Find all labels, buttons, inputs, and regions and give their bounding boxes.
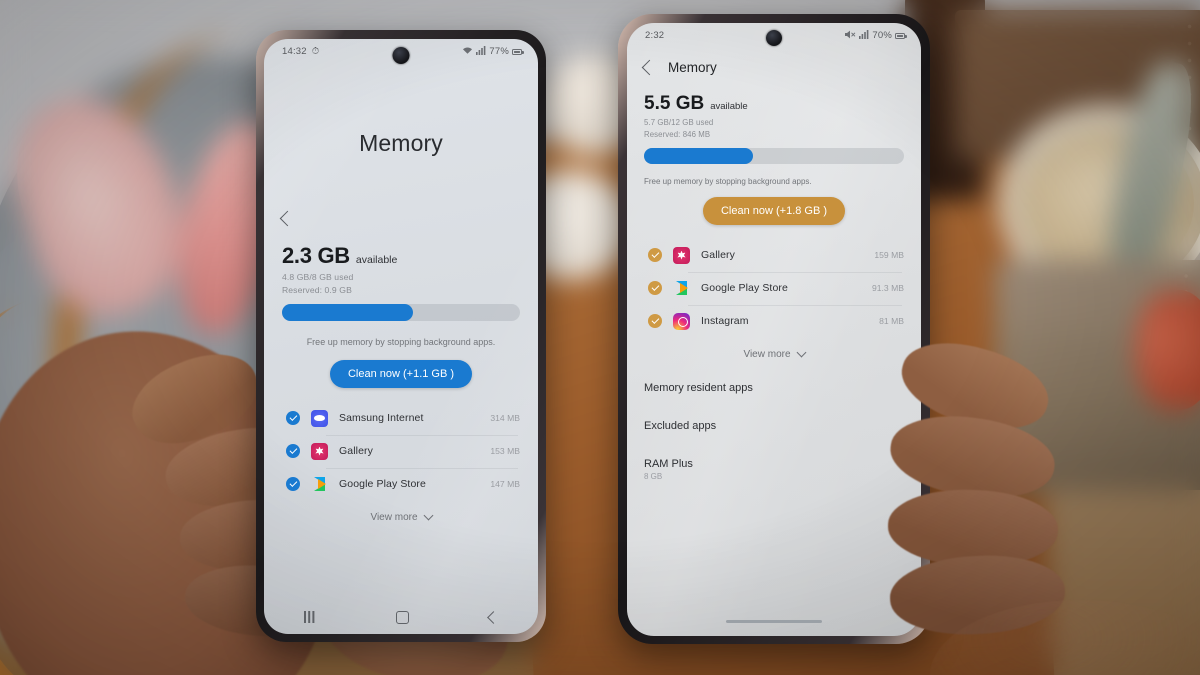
recents-button[interactable] bbox=[304, 611, 316, 623]
chevron-down-icon bbox=[423, 510, 433, 521]
battery-icon bbox=[895, 32, 907, 39]
memory-available: 2.3 GB available bbox=[282, 243, 520, 269]
status-time: 2:32 bbox=[645, 30, 665, 42]
app-row[interactable]: Google Play Store 147 MB bbox=[282, 467, 520, 501]
view-more-button[interactable]: View more bbox=[644, 338, 904, 360]
mute-icon bbox=[845, 30, 856, 42]
app-checkbox-checked-icon[interactable] bbox=[286, 477, 300, 491]
settings-row[interactable]: Excluded apps bbox=[627, 394, 921, 432]
app-row[interactable]: Samsung Internet 314 MB bbox=[282, 402, 520, 435]
settings-row-subtitle: 8 GB bbox=[644, 471, 663, 481]
battery-percent: 70% bbox=[872, 30, 892, 42]
clean-now-button[interactable]: Clean now (+1.8 GB ) bbox=[702, 196, 846, 225]
settings-row[interactable]: RAM Plus 8 GB bbox=[627, 432, 921, 481]
app-checkbox-checked-icon[interactable] bbox=[648, 281, 662, 295]
navigation-bar bbox=[264, 600, 538, 634]
right-phone-screen: 2:32 70% Memory 5.5 GB available 5.7 GB/… bbox=[627, 23, 921, 636]
signal-icon bbox=[476, 46, 486, 58]
memory-usage-bar-fill bbox=[282, 303, 413, 321]
available-label: available bbox=[355, 253, 398, 266]
settings-row[interactable]: Memory resident apps bbox=[627, 360, 921, 394]
front-camera-icon bbox=[392, 47, 410, 64]
app-checkbox-checked-icon[interactable] bbox=[286, 444, 300, 458]
memory-usage-bar-fill bbox=[644, 147, 754, 164]
app-size: 153 MB bbox=[490, 446, 520, 456]
gallery-icon bbox=[311, 442, 328, 460]
app-row[interactable]: Gallery 159 MB bbox=[644, 239, 904, 272]
wifi-icon bbox=[462, 46, 473, 58]
left-phone-screen: 14:32 ⏱ 77% Memory 2.3 GB available 4.8 … bbox=[264, 39, 538, 634]
view-more-label: View more bbox=[370, 511, 418, 523]
clean-now-button[interactable]: Clean now (+1.1 GB ) bbox=[329, 359, 473, 388]
toolbar: Memory bbox=[627, 42, 921, 75]
app-size: 314 MB bbox=[490, 413, 520, 423]
app-checkbox-checked-icon[interactable] bbox=[648, 314, 662, 328]
gallery-icon bbox=[673, 246, 690, 264]
status-time: 14:32 bbox=[282, 46, 307, 58]
used-line: 4.8 GB/8 GB used bbox=[282, 271, 354, 282]
settings-row-title: Memory resident apps bbox=[644, 381, 753, 394]
app-list: Gallery 159 MB Google Play Store 91.3 MB Ins… bbox=[644, 239, 904, 338]
right-phone: 2:32 70% Memory 5.5 GB available 5.7 GB/… bbox=[618, 14, 930, 644]
app-size: 81 MB bbox=[879, 316, 904, 326]
back-nav-button[interactable] bbox=[487, 610, 500, 624]
settings-row-title: Excluded apps bbox=[644, 419, 717, 432]
used-line: 5.7 GB/12 GB used bbox=[644, 117, 714, 127]
free-up-hint: Free up memory by stopping background ap… bbox=[306, 336, 496, 347]
chevron-left-icon bbox=[279, 210, 296, 226]
back-button[interactable] bbox=[264, 157, 538, 229]
alarm-icon: ⏱ bbox=[311, 46, 320, 57]
app-name: Gallery bbox=[701, 249, 735, 261]
reserved-line: Reserved: 846 MB bbox=[644, 129, 711, 139]
app-name: Gallery bbox=[339, 445, 373, 457]
memory-usage-bar bbox=[644, 147, 904, 164]
app-name: Samsung Internet bbox=[339, 412, 424, 424]
view-more-label: View more bbox=[743, 348, 791, 360]
memory-available: 5.5 GB available bbox=[644, 93, 904, 115]
app-list: Samsung Internet 314 MB Gallery 153 MB Googl… bbox=[282, 402, 520, 501]
google-play-icon bbox=[673, 280, 690, 297]
app-name: Google Play Store bbox=[339, 478, 426, 490]
app-checkbox-checked-icon[interactable] bbox=[286, 411, 300, 425]
front-camera-icon bbox=[766, 30, 782, 46]
app-size: 159 MB bbox=[874, 250, 904, 260]
back-button[interactable] bbox=[641, 59, 658, 75]
page-title: Memory bbox=[359, 129, 443, 156]
free-up-hint: Free up memory by stopping background ap… bbox=[644, 176, 812, 186]
settings-row-title: RAM Plus bbox=[644, 457, 693, 470]
left-phone: 14:32 ⏱ 77% Memory 2.3 GB available 4.8 … bbox=[256, 30, 546, 642]
app-row[interactable]: Google Play Store 91.3 MB bbox=[644, 271, 904, 305]
available-value: 5.5 GB bbox=[644, 92, 705, 114]
app-row[interactable]: Gallery 153 MB bbox=[282, 434, 520, 468]
chevron-down-icon bbox=[796, 347, 806, 358]
memory-usage-bar bbox=[282, 303, 520, 321]
home-button[interactable] bbox=[396, 610, 409, 624]
settings-sections: Memory resident apps Excluded apps RAM Plu… bbox=[627, 360, 921, 481]
reserved-line: Reserved: 0.9 GB bbox=[282, 284, 352, 295]
app-row[interactable]: Instagram 81 MB bbox=[644, 304, 904, 338]
available-label: available bbox=[710, 100, 748, 112]
available-value: 2.3 GB bbox=[282, 242, 350, 268]
app-size: 147 MB bbox=[490, 479, 520, 489]
page-title: Memory bbox=[668, 59, 717, 75]
battery-icon bbox=[512, 48, 524, 55]
gesture-bar[interactable] bbox=[726, 620, 822, 623]
app-name: Instagram bbox=[701, 315, 749, 327]
signal-icon bbox=[859, 30, 869, 42]
instagram-icon bbox=[673, 312, 690, 330]
google-play-icon bbox=[311, 476, 328, 493]
samsung-internet-icon bbox=[311, 409, 328, 427]
app-size: 91.3 MB bbox=[871, 283, 904, 293]
app-checkbox-checked-icon[interactable] bbox=[648, 248, 662, 262]
battery-percent: 77% bbox=[489, 46, 509, 58]
view-more-button[interactable]: View more bbox=[282, 501, 520, 523]
app-name: Google Play Store bbox=[701, 282, 788, 294]
